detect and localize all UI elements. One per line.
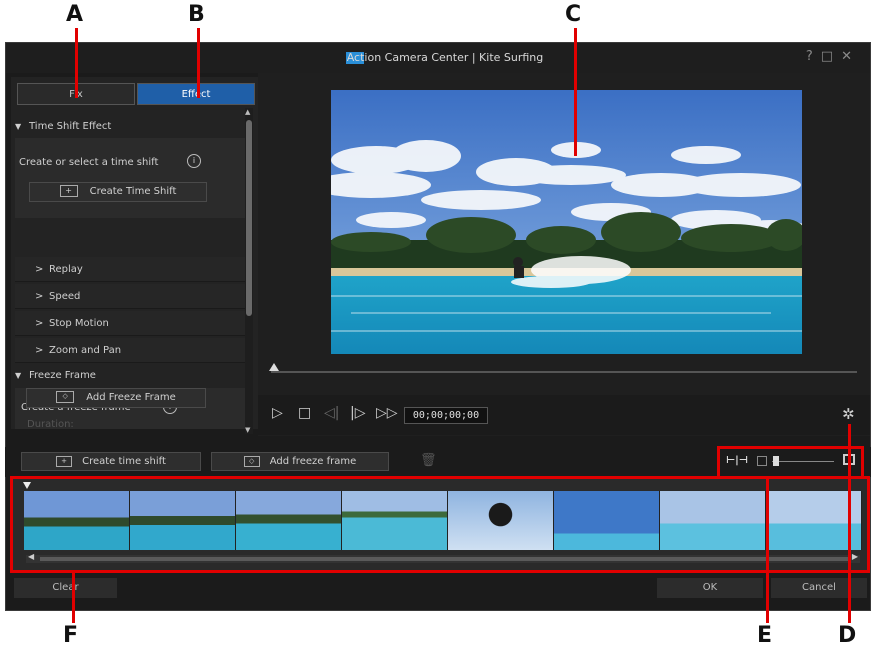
brackets-plus-icon: + bbox=[56, 455, 73, 467]
time-shift-item-replay[interactable]: > Replay bbox=[15, 257, 247, 282]
panel-scrollbar[interactable]: ▲ ▼ bbox=[245, 108, 253, 434]
create-time-shift-toolbar-button[interactable]: + Create time shift bbox=[21, 452, 201, 471]
title-bar: Action Camera Center | Kite Surfing ?□✕ bbox=[6, 43, 870, 73]
brackets-plus-icon: + bbox=[59, 185, 78, 197]
scroll-thumb[interactable] bbox=[246, 120, 252, 316]
playhead-handle[interactable] bbox=[269, 363, 279, 371]
expand-icon: > bbox=[35, 345, 44, 356]
window-title: Action Camera Center | Kite Surfing bbox=[346, 51, 544, 64]
help-icon[interactable]: ? bbox=[806, 49, 821, 64]
close-icon[interactable]: ✕ bbox=[841, 49, 860, 64]
expand-icon: > bbox=[35, 291, 44, 302]
time-shift-item-speed[interactable]: > Speed bbox=[15, 284, 247, 309]
time-shift-header-label: Time Shift Effect bbox=[29, 121, 112, 132]
add-freeze-frame-toolbar-button[interactable]: ◇ Add freeze frame bbox=[211, 452, 389, 471]
leader-line-e bbox=[766, 476, 769, 623]
item-label: Stop Motion bbox=[49, 318, 109, 329]
previous-frame-icon[interactable]: ◁| bbox=[324, 405, 339, 421]
collapse-icon: ▼ bbox=[15, 371, 22, 380]
callout-e: E bbox=[757, 623, 773, 648]
scroll-down-icon[interactable]: ▼ bbox=[245, 426, 253, 434]
effects-panel: Fix Effect ▼Time Shift Effect Create or … bbox=[11, 77, 259, 429]
item-label: Replay bbox=[49, 264, 83, 275]
settings-icon[interactable]: ✲ bbox=[842, 405, 855, 423]
preview-image bbox=[331, 90, 802, 354]
window-controls: ?□✕ bbox=[806, 49, 860, 64]
leader-line-d bbox=[848, 424, 851, 623]
callout-b: B bbox=[188, 2, 205, 27]
add-freeze-frame-toolbar-label: Add freeze frame bbox=[269, 456, 357, 467]
maximize-icon[interactable]: □ bbox=[821, 49, 841, 64]
info-icon[interactable]: i bbox=[187, 154, 201, 168]
leader-line-a bbox=[75, 28, 78, 98]
annotation-box-e bbox=[717, 446, 864, 479]
freeze-frame-header[interactable]: ▼ Freeze Frame bbox=[15, 366, 247, 386]
trash-icon[interactable]: 🗑 bbox=[420, 453, 437, 468]
time-shift-body: Create or select a time shift i + Create … bbox=[15, 138, 247, 218]
leader-line-c bbox=[574, 28, 577, 156]
collapse-icon: ▼ bbox=[15, 122, 22, 131]
leader-line-f bbox=[72, 571, 75, 623]
stop-icon[interactable]: □ bbox=[298, 405, 311, 421]
add-freeze-frame-label: Add Freeze Frame bbox=[86, 392, 176, 403]
freeze-icon: ◇ bbox=[56, 391, 75, 403]
time-shift-header[interactable]: ▼ Time Shift Effect bbox=[15, 117, 247, 137]
annotation-box-f bbox=[10, 476, 870, 573]
callout-f: F bbox=[63, 623, 79, 648]
create-time-shift-label: Create Time Shift bbox=[89, 186, 177, 197]
callout-c: C bbox=[565, 2, 582, 27]
next-frame-icon[interactable]: |▷ bbox=[350, 405, 365, 421]
item-label: Speed bbox=[49, 291, 81, 302]
ok-button[interactable]: OK bbox=[657, 578, 763, 598]
time-shift-item-stop-motion[interactable]: > Stop Motion bbox=[15, 311, 247, 336]
item-label: Zoom and Pan bbox=[49, 345, 122, 356]
scroll-up-icon[interactable]: ▲ bbox=[245, 108, 253, 116]
time-shift-prompt: Create or select a time shift bbox=[19, 157, 159, 168]
clear-button[interactable]: Clear bbox=[14, 578, 117, 598]
annotation-box-d bbox=[845, 420, 846, 421]
freeze-frame-header-label: Freeze Frame bbox=[29, 370, 96, 381]
duration-label: Duration: bbox=[27, 419, 74, 430]
callout-a: A bbox=[66, 2, 84, 27]
expand-icon: > bbox=[35, 318, 44, 329]
fast-forward-icon[interactable]: ▷▷ bbox=[376, 405, 398, 421]
create-time-shift-toolbar-label: Create time shift bbox=[82, 456, 166, 467]
timecode-display: 00;00;00;00 bbox=[404, 407, 488, 424]
callout-d: D bbox=[838, 623, 857, 648]
create-time-shift-button[interactable]: + Create Time Shift bbox=[29, 182, 207, 202]
play-icon[interactable]: ▷ bbox=[272, 405, 283, 421]
expand-icon: > bbox=[35, 264, 44, 275]
leader-line-b bbox=[197, 28, 200, 98]
time-shift-item-zoom-and-pan[interactable]: > Zoom and Pan bbox=[15, 338, 247, 363]
video-preview[interactable] bbox=[331, 90, 802, 354]
tab-effect[interactable]: Effect bbox=[137, 83, 255, 105]
freeze-icon: ◇ bbox=[243, 455, 260, 467]
playback-slider[interactable] bbox=[269, 363, 857, 373]
cancel-button[interactable]: Cancel bbox=[771, 578, 867, 598]
add-freeze-frame-button[interactable]: ◇ Add Freeze Frame bbox=[26, 388, 206, 408]
